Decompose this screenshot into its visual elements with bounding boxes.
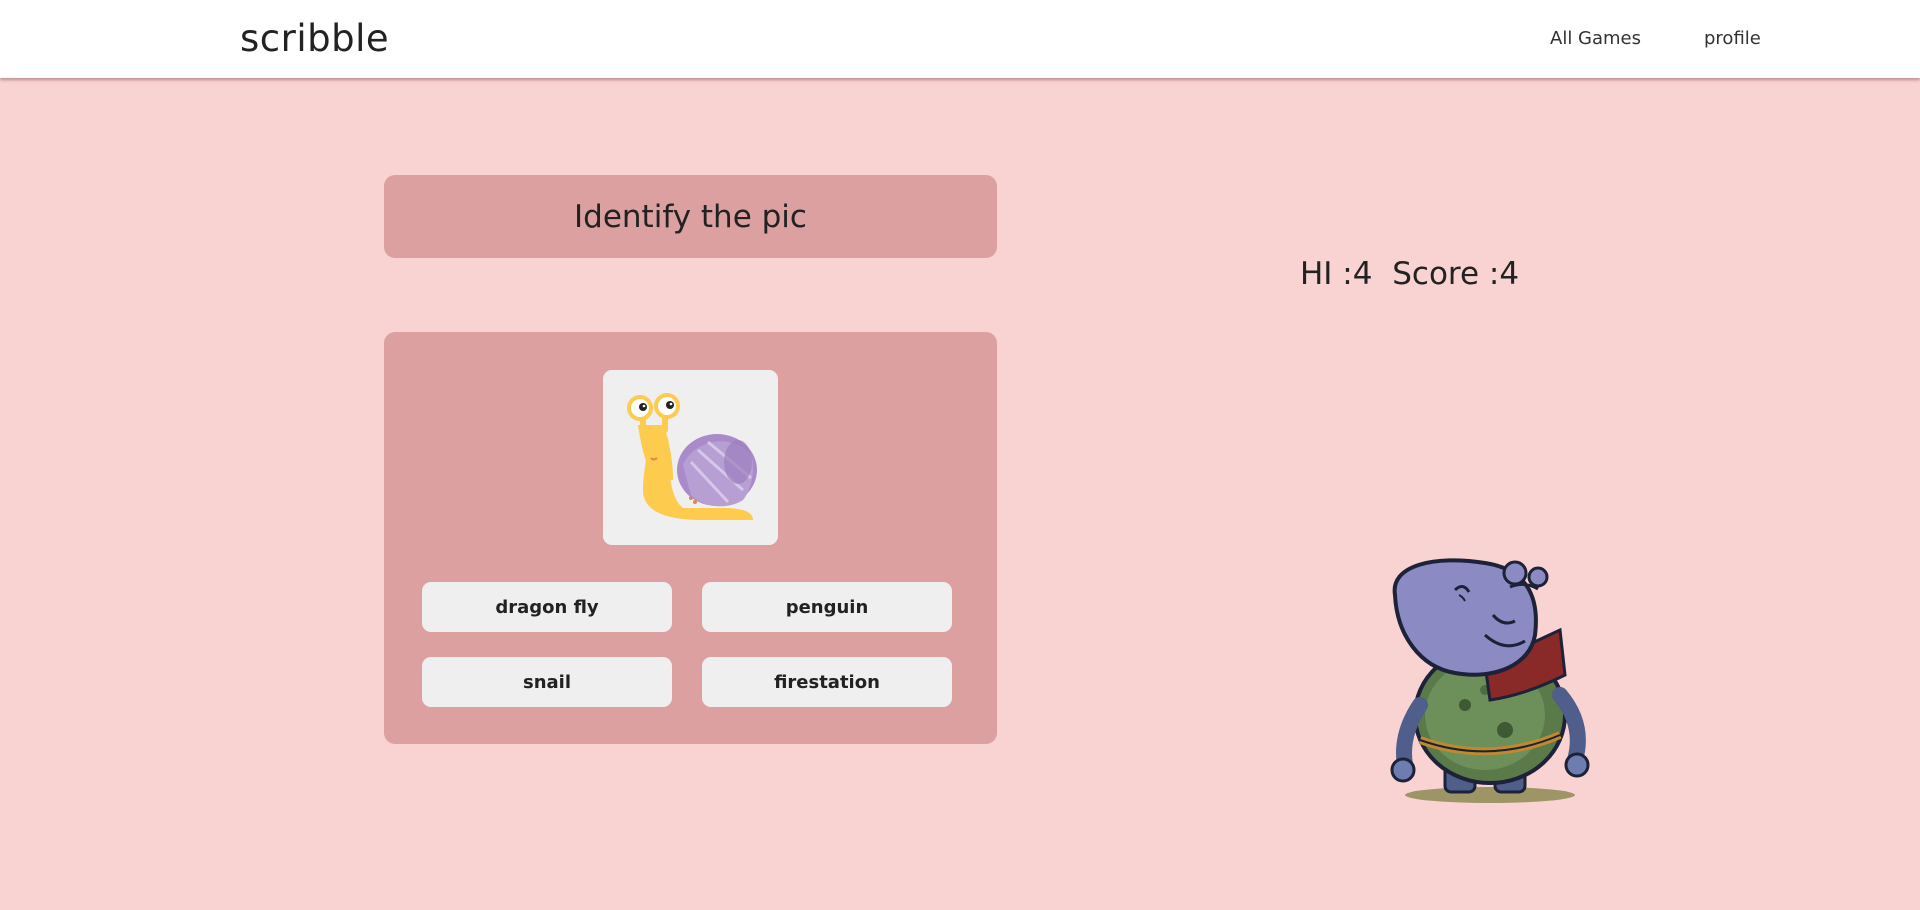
brand-logo[interactable]: scribble bbox=[240, 17, 389, 60]
snail-icon bbox=[627, 393, 757, 520]
nav-profile-link[interactable]: profile bbox=[1704, 28, 1761, 49]
option-button-firestation[interactable]: firestation bbox=[702, 657, 952, 707]
hippo-icon bbox=[1390, 558, 1590, 803]
navbar: scribble All Games profile bbox=[0, 0, 1920, 78]
option-button-penguin[interactable]: penguin bbox=[702, 582, 952, 632]
question-card: dragon fly penguin snail firestation bbox=[384, 332, 997, 744]
nav-all-games-link[interactable]: All Games bbox=[1550, 28, 1641, 49]
scoreboard: HI :4 Score :4 bbox=[1300, 256, 1519, 292]
score-value: 4 bbox=[1499, 256, 1520, 292]
option-button-snail[interactable]: snail bbox=[422, 657, 672, 707]
hi-label: HI : bbox=[1300, 256, 1353, 292]
mascot-character bbox=[1375, 555, 1615, 815]
score-label: Score : bbox=[1392, 256, 1500, 292]
hi-value: 4 bbox=[1352, 256, 1373, 292]
option-button-dragonfly[interactable]: dragon fly bbox=[422, 582, 672, 632]
game-title: Identify the pic bbox=[574, 198, 807, 235]
question-image bbox=[603, 370, 778, 545]
game-title-card: Identify the pic bbox=[384, 175, 997, 258]
